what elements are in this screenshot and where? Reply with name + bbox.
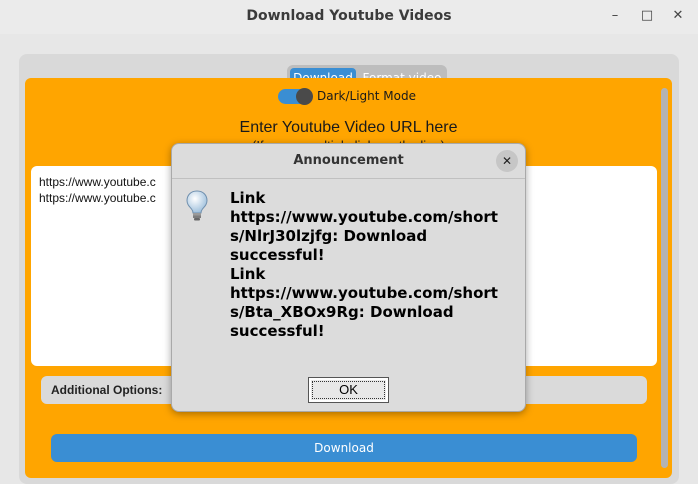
minimize-button[interactable]: – (605, 6, 625, 26)
focus-ring (312, 381, 385, 399)
maximize-button[interactable]: □ (637, 6, 657, 26)
dialog-message-line: successful! (230, 246, 325, 264)
lightbulb-icon (186, 190, 208, 221)
dark-light-mode-switch[interactable] (278, 88, 313, 105)
window-titlebar: Download Youtube Videos – □ ✕ (0, 0, 698, 34)
dialog-message-line: https://www.youtube.com/short (230, 208, 498, 226)
close-window-button[interactable]: ✕ (668, 6, 688, 26)
dialog-close-button[interactable]: ✕ (496, 150, 518, 172)
download-button[interactable]: Download (51, 434, 637, 462)
url-input-label: Enter Youtube Video URL here (239, 119, 458, 136)
ok-button[interactable]: OK (308, 377, 389, 403)
dialog-message-line: Link (230, 189, 266, 207)
dialog-message-line: s/NlrJ30lzjfg: Download (230, 227, 428, 245)
announcement-dialog: Announcement ✕ Link https://www.youtube.… (171, 143, 526, 412)
dark-light-mode-label: Dark/Light Mode (317, 89, 416, 103)
dialog-message-line: https://www.youtube.com/short (230, 284, 498, 302)
dialog-title: Announcement (293, 153, 404, 168)
vertical-scrollbar[interactable] (661, 88, 668, 468)
window-title: Download Youtube Videos (246, 8, 452, 24)
dialog-message-line: Link (230, 265, 266, 283)
dialog-separator (172, 178, 525, 179)
dialog-message-line: s/Bta_XBOx9Rg: Download (230, 303, 454, 321)
dialog-message-line: successful! (230, 322, 325, 340)
switch-knob (296, 88, 313, 105)
additional-options-label: Additional Options: (51, 383, 163, 397)
dialog-message: Link https://www.youtube.com/short s/Nlr… (230, 189, 522, 341)
